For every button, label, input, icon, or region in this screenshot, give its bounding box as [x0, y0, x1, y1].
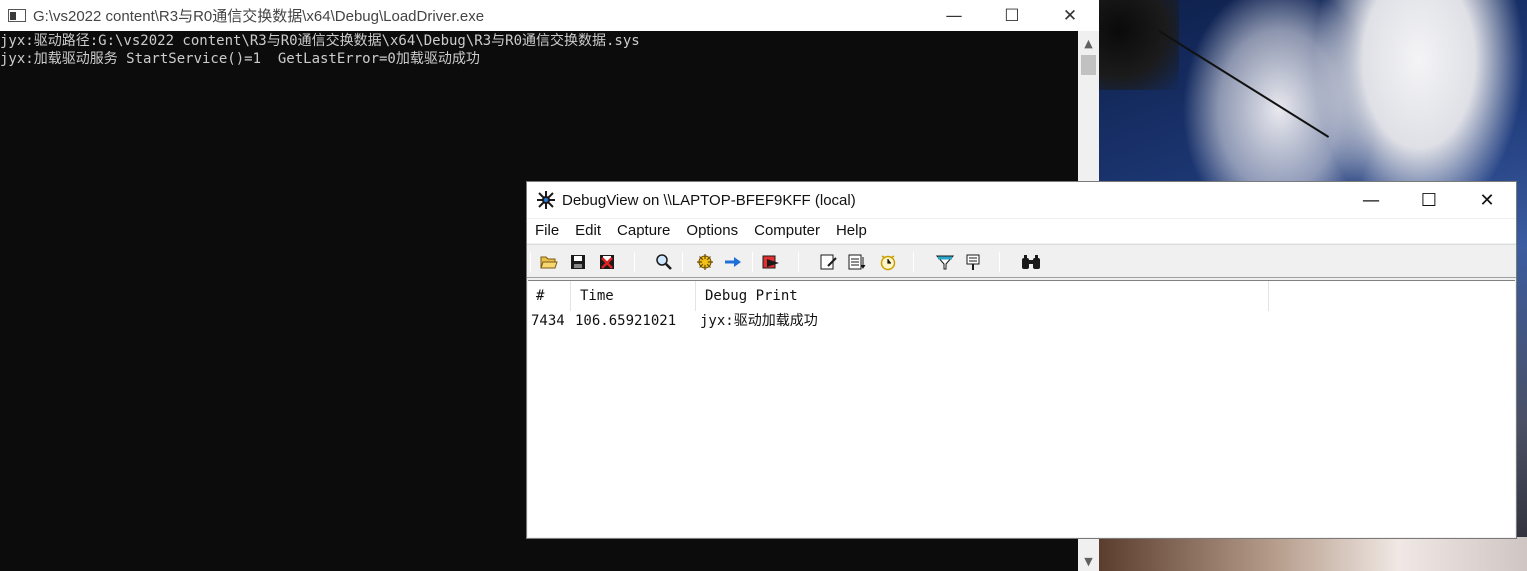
console-titlebar[interactable]: G:\vs2022 content\R3与R0通信交换数据\x64\Debug\…: [0, 0, 1099, 31]
console-window-title: G:\vs2022 content\R3与R0通信交换数据\x64\Debug\…: [33, 8, 485, 25]
toolbar-separator: [530, 252, 531, 272]
row-time: 106.65921021: [575, 313, 677, 329]
find-icon[interactable]: [653, 251, 675, 273]
debugview-window: DebugView on \\LAPTOP-BFEF9KFF (local) —…: [526, 181, 1517, 539]
console-line: jyx:驱动路径:G:\vs2022 content\R3与R0通信交换数据\x…: [0, 33, 640, 49]
menu-options[interactable]: Options: [678, 219, 746, 243]
capture-icon[interactable]: [694, 251, 716, 273]
debugview-titlebar[interactable]: DebugView on \\LAPTOP-BFEF9KFF (local) —…: [527, 182, 1516, 218]
console-window-controls: — ☐ ✕: [925, 0, 1099, 31]
toolbar-separator: [999, 252, 1000, 272]
debugview-window-title: DebugView on \\LAPTOP-BFEF9KFF (local): [562, 191, 856, 209]
scroll-up-arrow-icon[interactable]: ▲: [1078, 33, 1099, 53]
clock-icon[interactable]: [877, 251, 899, 273]
photo-dark-region: [1099, 0, 1179, 90]
highlight-icon[interactable]: [760, 251, 782, 273]
menu-help[interactable]: Help: [828, 219, 875, 243]
toolbar-separator: [752, 252, 753, 272]
console-close-button[interactable]: ✕: [1041, 0, 1099, 31]
column-header-debug-print[interactable]: Debug Print: [697, 281, 1269, 311]
debug-output-list[interactable]: # Time Debug Print 7434 106.65921021 jyx…: [528, 280, 1515, 537]
filter-icon[interactable]: [818, 251, 840, 273]
console-app-icon: [8, 9, 26, 22]
list-header: # Time Debug Print: [528, 281, 1515, 311]
highlight-filter-icon[interactable]: [934, 251, 956, 273]
menu-file[interactable]: File: [527, 219, 567, 243]
toolbar-separator: [634, 252, 635, 272]
row-number: 7434: [531, 313, 565, 329]
debugview-close-button[interactable]: ✕: [1458, 182, 1516, 218]
console-minimize-button[interactable]: —: [925, 0, 983, 31]
row-debug-print: jyx:驱动加载成功: [700, 313, 818, 329]
debugview-app-icon: [536, 190, 556, 210]
debugview-toolbar: [527, 244, 1516, 278]
menu-computer[interactable]: Computer: [746, 219, 828, 243]
open-icon[interactable]: [538, 251, 560, 273]
scroll-down-arrow-icon[interactable]: ▼: [1078, 551, 1099, 571]
menu-edit[interactable]: Edit: [567, 219, 609, 243]
binoculars-icon[interactable]: [1020, 251, 1042, 273]
debugview-maximize-button[interactable]: ☐: [1400, 182, 1458, 218]
list-row[interactable]: 7434 106.65921021 jyx:驱动加载成功: [528, 311, 1515, 331]
debugview-window-controls: — ☐ ✕: [1342, 182, 1516, 218]
console-maximize-button[interactable]: ☐: [983, 0, 1041, 31]
memo-icon[interactable]: [962, 251, 984, 273]
toolbar-separator: [798, 252, 799, 272]
save-icon[interactable]: [567, 251, 589, 273]
toolbar-separator: [913, 252, 914, 272]
scrollbar-thumb[interactable]: [1081, 55, 1096, 75]
console-line: jyx:加载驱动服务 StartService()=1 GetLastError…: [0, 51, 480, 67]
debugview-menubar: File Edit Capture Options Computer Help: [527, 219, 1516, 243]
photo-cable: [1158, 30, 1330, 138]
column-header-number[interactable]: #: [528, 281, 571, 311]
menu-capture[interactable]: Capture: [609, 219, 678, 243]
debugview-minimize-button[interactable]: —: [1342, 182, 1400, 218]
autoscroll-icon[interactable]: [722, 251, 744, 273]
clear-icon[interactable]: [596, 251, 618, 273]
photo-bottom-region: [1099, 537, 1527, 571]
column-header-time[interactable]: Time: [572, 281, 696, 311]
history-icon[interactable]: [846, 251, 868, 273]
toolbar-separator: [682, 252, 683, 272]
